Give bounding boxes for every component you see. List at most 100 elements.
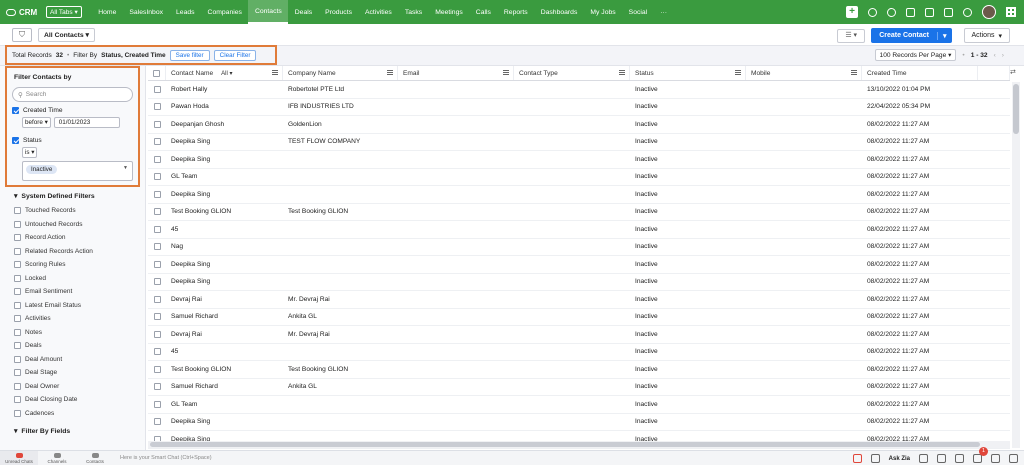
row-checkbox[interactable] [153,120,161,128]
row-checkbox[interactable] [153,225,161,233]
contact-name-cell[interactable]: Deepanjan Ghosh [166,121,283,128]
contact-name-cell[interactable]: 45 [166,348,283,355]
system-filter-checkbox[interactable] [14,396,21,404]
notification-icon[interactable] [887,7,896,17]
status-filter[interactable]: Status [12,137,133,144]
records-per-page-select[interactable]: 100 Records Per Page ▾ [874,49,957,61]
contact-name-cell[interactable]: Devraj Rai [166,296,283,303]
table-row[interactable]: Test Booking GLION Test Booking GLION Inac… [148,361,1010,379]
chat-bubble-icon[interactable] [919,454,928,463]
nav-tab-social[interactable]: Social [622,0,654,24]
contact-name-cell[interactable]: Deepika Sing [166,138,283,145]
system-filter-checkbox[interactable] [14,355,21,363]
megaphone-icon[interactable] [870,454,880,463]
clear-filter-button[interactable]: Clear Filter [213,49,257,61]
filter-search-input[interactable]: ⚲ Search [12,87,133,102]
channels-button[interactable]: Channels [38,451,76,465]
actions-button[interactable]: Actions ▾ [963,28,1010,43]
system-filter-item[interactable]: Untouched Records [14,218,93,232]
row-checkbox[interactable] [153,173,161,181]
contacts-chat-button[interactable]: Contacts [76,451,114,465]
view-select[interactable]: All Contacts ▾ [38,27,95,42]
next-page-button[interactable]: › [1002,52,1004,59]
system-filter-checkbox[interactable] [14,409,21,417]
created-time-date-input[interactable]: 01/01/2023 [53,117,120,128]
system-filter-checkbox[interactable] [14,234,21,242]
table-row[interactable]: Pawan Hoda IFB INDUSTRIES LTD Inactive 22/0… [148,99,1010,116]
row-checkbox[interactable] [153,330,161,338]
row-checkbox[interactable] [153,348,161,356]
system-filter-item[interactable]: Deals [14,339,93,353]
column-header-email[interactable]: Email [398,66,514,80]
column-header-contact-type[interactable]: Contact Type [514,66,630,80]
row-checkbox[interactable] [153,243,161,251]
column-menu-icon[interactable] [387,70,393,75]
table-row[interactable]: Deepanjan Ghosh GoldenLion Inactive 08/02/2… [148,116,1010,134]
table-row[interactable]: Deepika Sing TEST FLOW COMPANY Inactive 08/… [148,134,1010,151]
nav-tab-activities[interactable]: Activities [358,0,398,24]
contact-name-cell[interactable]: Deepika Sing [166,261,283,268]
row-checkbox[interactable] [153,383,161,391]
column-header-mobile[interactable]: Mobile [746,66,862,80]
avatar[interactable] [982,5,996,19]
calendar-icon[interactable] [906,7,915,17]
vertical-scroll-thumb[interactable] [1013,84,1019,134]
nav-tab-meetings[interactable]: Meetings [429,0,470,24]
support-icon[interactable] [1009,454,1018,463]
row-checkbox[interactable] [153,85,161,93]
save-filter-button[interactable]: Save filter [169,49,210,61]
system-filter-checkbox[interactable] [14,369,21,377]
row-checkbox[interactable] [153,103,161,111]
system-filter-checkbox[interactable] [14,328,21,336]
row-checkbox[interactable] [153,295,161,303]
contact-name-cell[interactable]: Test Booking GLION [166,366,283,373]
table-row[interactable]: Samuel Richard Ankita GL Inactive 08/02/202… [148,309,1010,326]
system-filter-item[interactable]: Scoring Rules [14,258,93,272]
column-header-company-name[interactable]: Company Name [283,66,398,80]
status-operator-select[interactable]: is ▾ [22,147,38,158]
accessibility-icon[interactable] [955,454,964,463]
table-row[interactable]: Deepika Sing Inactive 08/02/2022 11:27 AM [148,151,1010,169]
system-filter-checkbox[interactable] [14,220,21,228]
column-menu-icon[interactable] [272,70,278,75]
contact-name-cell[interactable]: Robert Hally [166,86,283,93]
nav-tab-salesinbox[interactable]: SalesInbox [123,0,170,24]
column-header-created-time[interactable]: Created Time [862,66,978,80]
horizontal-scroll-thumb[interactable] [150,442,980,447]
list-view-button[interactable]: ☰ ▾ [837,28,866,43]
unread-chats-button[interactable]: Unread Chats [0,450,38,465]
system-filter-checkbox[interactable] [14,274,21,282]
table-row[interactable]: Robert Hally Robertotel PTE Ltd Inactive 13… [148,81,1010,99]
system-filter-item[interactable]: Notes [14,326,93,340]
system-filter-checkbox[interactable] [14,261,21,269]
crm-logo[interactable]: CRM [0,8,46,17]
record-icon[interactable] [852,454,862,463]
select-all-checkbox[interactable] [153,69,160,77]
row-checkbox[interactable] [153,313,161,321]
system-filters-header[interactable]: ▾ System Defined Filters [14,192,95,201]
row-checkbox[interactable] [153,260,161,268]
nav-tab-products[interactable]: Products [319,0,359,24]
table-row[interactable]: Deepika Sing Inactive 08/02/2022 11:27 AM [148,256,1010,274]
column-header-status[interactable]: Status [630,66,746,80]
filter-toggle-button[interactable]: ⛉ [12,27,32,42]
row-checkbox[interactable] [153,418,161,426]
column-header-contact-name[interactable]: Contact Name All ▾ [166,66,283,80]
table-row[interactable]: Test Booking GLION Test Booking GLION Inac… [148,204,1010,221]
contact-name-cell[interactable]: Samuel Richard [166,313,283,320]
created-time-checkbox[interactable] [12,107,19,114]
quick-create-icon[interactable]: + [846,6,858,18]
system-filter-checkbox[interactable] [14,301,21,309]
column-menu-icon[interactable] [851,70,857,75]
column-menu-icon[interactable] [619,70,625,75]
contact-name-cell[interactable]: 45 [166,226,283,233]
ask-zia-button[interactable]: Ask Zia [889,456,910,462]
system-filter-checkbox[interactable] [14,315,21,323]
table-row[interactable]: Devraj Rai Mr. Devraj Rai Inactive 08/02/20… [148,326,1010,344]
system-filter-checkbox[interactable] [14,382,21,390]
nav-tab-reports[interactable]: Reports [497,0,534,24]
prev-page-icon[interactable]: • [962,52,964,59]
nav-tab-contacts[interactable]: Contacts [248,0,289,24]
nav-more-tabs[interactable]: ··· [654,0,674,24]
column-settings-icon[interactable]: ⇄ [1010,68,1016,76]
